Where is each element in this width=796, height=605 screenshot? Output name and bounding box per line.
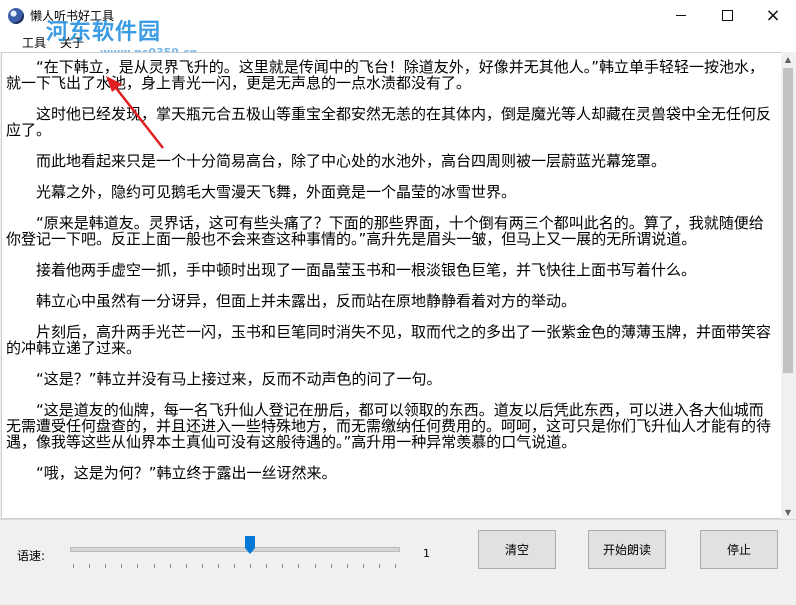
start-reading-button[interactable]: 开始朗读 — [588, 530, 666, 569]
slider-tick — [330, 564, 332, 568]
slider-tick — [282, 564, 284, 568]
scroll-up-icon[interactable]: ▲ — [781, 52, 795, 66]
slider-tick — [266, 564, 268, 568]
vertical-scrollbar[interactable]: ▲ ▼ — [781, 52, 795, 519]
slider-tick — [250, 564, 252, 568]
slider-tick — [378, 564, 380, 568]
app-icon — [8, 8, 24, 24]
slider-tick — [73, 564, 74, 568]
minimize-icon — [676, 14, 686, 16]
clear-button[interactable]: 清空 — [478, 530, 556, 569]
slider-tick — [137, 564, 139, 568]
speed-label: 语速: — [17, 549, 46, 563]
text-paragraph: “这是道友的仙牌，每一名飞升仙人登记在册后，都可以领取的东西。道友以后凭此东西，… — [6, 401, 772, 451]
minimize-button[interactable] — [658, 0, 704, 30]
close-button[interactable]: × — [750, 0, 796, 30]
speed-slider-thumb[interactable] — [245, 536, 256, 554]
scroll-down-icon[interactable]: ▼ — [781, 505, 795, 519]
slider-tick — [314, 564, 316, 568]
slider-tick — [89, 564, 91, 568]
text-paragraph: 接着他两手虚空一抓，手中顿时出现了一面晶莹玉书和一根淡银色巨笔，并飞快往上面书写… — [36, 261, 697, 279]
slider-tick — [234, 564, 235, 568]
stop-button[interactable]: 停止 — [700, 530, 778, 569]
slider-tick — [298, 564, 300, 568]
scrollbar-thumb[interactable] — [783, 68, 793, 373]
text-paragraph: “这是？”韩立并没有马上接过来，反而不动声色的问了一句。 — [36, 370, 442, 388]
slider-tick — [169, 564, 171, 568]
slider-tick — [346, 564, 348, 568]
watermark-logo: 河东软件园 — [46, 19, 162, 45]
control-panel: 语速: 1 清空 开始朗读 停止 — [0, 519, 796, 605]
slider-tick — [217, 564, 219, 568]
slider-tick — [153, 564, 155, 568]
speed-value: 1 — [423, 547, 430, 560]
maximize-button[interactable] — [704, 0, 750, 30]
slider-tick — [201, 564, 203, 568]
text-paragraph: 而此地看起来只是一个十分简易高台，除了中心处的水池外，高台四周则被一层蔚蓝光幕笼… — [36, 152, 667, 170]
text-paragraph: 光幕之外，隐约可见鹅毛大雪漫天飞舞，外面竟是一个晶莹的冰雪世界。 — [36, 183, 517, 201]
text-paragraph: 片刻后，高升两手光芒一闪，玉书和巨笔同时消失不见，取而代之的多出了一张紫金色的薄… — [6, 323, 772, 357]
slider-tick — [395, 564, 396, 568]
speed-slider-track[interactable] — [70, 547, 400, 552]
menu-item-tools[interactable]: 工具 — [22, 34, 46, 51]
text-paragraph: “原来是韩道友。灵界话，这可有些头痛了？下面的那些界面，十个倒有两三个都叫此名的… — [6, 214, 764, 248]
book-text-area[interactable]: “在下韩立，是从灵界飞升的。这里就是传闻中的飞台！除道友外，好像并无其他人。”韩… — [1, 52, 782, 519]
slider-tick — [362, 564, 364, 568]
slider-tick — [121, 564, 123, 568]
slider-tick — [105, 564, 107, 568]
text-paragraph: “在下韩立，是从灵界飞升的。这里就是传闻中的飞台！除道友外，好像并无其他人。”韩… — [6, 58, 765, 92]
maximize-icon — [721, 9, 733, 21]
slider-tick — [185, 564, 187, 568]
text-paragraph: 这时他已经发现，掌天瓶元合五极山等重宝全都安然无恙的在其体内，倒是魔光等人却藏在… — [6, 105, 772, 139]
text-paragraph: 韩立心中虽然有一分讶异，但面上并未露出，反而站在原地静静看着对方的举动。 — [36, 292, 577, 310]
text-paragraph: “哦，这是为何？”韩立终于露出一丝讶然来。 — [36, 464, 337, 482]
